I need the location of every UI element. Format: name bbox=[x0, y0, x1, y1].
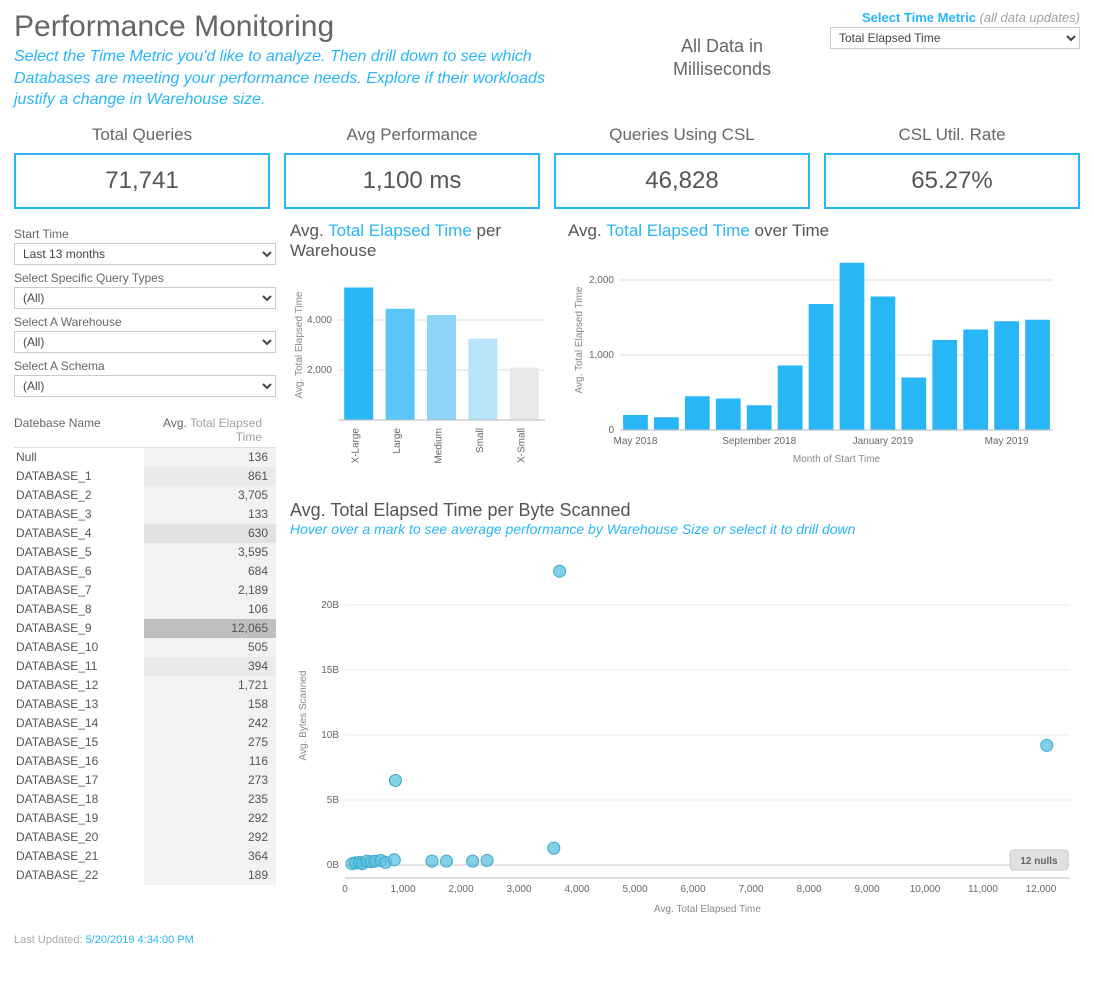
svg-text:5,000: 5,000 bbox=[622, 884, 647, 895]
kpi-title-2: Queries Using CSL bbox=[554, 125, 810, 145]
table-header-metric[interactable]: Avg. Total Elapsed Time bbox=[144, 416, 276, 444]
filter-start-time[interactable]: Last 13 months bbox=[14, 243, 276, 265]
svg-text:5B: 5B bbox=[327, 795, 340, 806]
svg-text:0: 0 bbox=[342, 884, 348, 895]
table-row[interactable]: DATABASE_11394 bbox=[14, 657, 276, 676]
kpi-title-0: Total Queries bbox=[14, 125, 270, 145]
table-row[interactable]: DATABASE_17273 bbox=[14, 771, 276, 790]
svg-text:Avg. Total Elapsed Time: Avg. Total Elapsed Time bbox=[294, 291, 305, 398]
table-row[interactable]: DATABASE_14242 bbox=[14, 714, 276, 733]
svg-text:January 2019: January 2019 bbox=[853, 436, 914, 447]
table-row[interactable]: DATABASE_20292 bbox=[14, 828, 276, 847]
table-row[interactable]: DATABASE_22189 bbox=[14, 866, 276, 885]
filter-query-types-label: Select Specific Query Types bbox=[14, 271, 276, 285]
svg-text:1,000: 1,000 bbox=[390, 884, 415, 895]
kpi-title-1: Avg Performance bbox=[284, 125, 540, 145]
svg-text:4,000: 4,000 bbox=[307, 315, 332, 326]
kpi-value-0[interactable]: 71,741 bbox=[14, 153, 270, 209]
svg-text:September 2018: September 2018 bbox=[722, 436, 796, 447]
units-hint: All Data in Milliseconds bbox=[673, 35, 771, 80]
kpi-value-2[interactable]: 46,828 bbox=[554, 153, 810, 209]
svg-text:6,000: 6,000 bbox=[680, 884, 705, 895]
svg-text:Medium: Medium bbox=[434, 428, 445, 464]
svg-text:10,000: 10,000 bbox=[910, 884, 941, 895]
table-row[interactable]: DATABASE_121,721 bbox=[14, 676, 276, 695]
table-row[interactable]: DATABASE_10505 bbox=[14, 638, 276, 657]
kpi-title-3: CSL Util. Rate bbox=[824, 125, 1080, 145]
warehouse-bar-chart[interactable]: 2,000 4,000 X-Large Large Medium Small X-Small… bbox=[290, 265, 550, 475]
table-row[interactable]: DATABASE_16116 bbox=[14, 752, 276, 771]
table-row[interactable]: DATABASE_23,705 bbox=[14, 486, 276, 505]
kpi-value-1[interactable]: 1,100 ms bbox=[284, 153, 540, 209]
svg-text:Month of Start Time: Month of Start Time bbox=[793, 454, 881, 465]
scatter-title: Avg. Total Elapsed Time per Byte Scanned bbox=[290, 500, 1080, 521]
page-title: Performance Monitoring bbox=[14, 10, 574, 44]
table-row[interactable]: DATABASE_3133 bbox=[14, 505, 276, 524]
database-table-body[interactable]: Null136DATABASE_1861DATABASE_23,705DATAB… bbox=[14, 448, 276, 903]
svg-text:Large: Large bbox=[392, 427, 403, 453]
filter-schema-label: Select A Schema bbox=[14, 359, 276, 373]
svg-text:2,000: 2,000 bbox=[307, 365, 332, 376]
table-row[interactable]: Null136 bbox=[14, 448, 276, 467]
svg-text:12 nulls: 12 nulls bbox=[1020, 856, 1058, 867]
table-row[interactable]: DATABASE_8106 bbox=[14, 600, 276, 619]
time-bar-chart[interactable]: 0 1,000 2,000 May 2018 September 2018 January… bbox=[568, 245, 1058, 475]
table-row[interactable]: DATABASE_21364 bbox=[14, 847, 276, 866]
table-header-name[interactable]: Datebase Name bbox=[14, 416, 144, 444]
svg-text:3,000: 3,000 bbox=[506, 884, 531, 895]
svg-text:9,000: 9,000 bbox=[854, 884, 879, 895]
svg-text:10B: 10B bbox=[321, 730, 339, 741]
table-row[interactable]: DATABASE_6684 bbox=[14, 562, 276, 581]
table-row[interactable]: DATABASE_19292 bbox=[14, 809, 276, 828]
table-row[interactable]: DATABASE_15275 bbox=[14, 733, 276, 752]
svg-text:X-Small: X-Small bbox=[516, 428, 527, 463]
svg-text:Small: Small bbox=[475, 428, 486, 453]
time-chart-title: Avg. Total Elapsed Time over Time bbox=[568, 221, 1080, 241]
filter-query-types[interactable]: (All) bbox=[14, 287, 276, 309]
svg-text:May 2018: May 2018 bbox=[614, 436, 658, 447]
svg-text:8,000: 8,000 bbox=[796, 884, 821, 895]
table-row[interactable]: DATABASE_53,595 bbox=[14, 543, 276, 562]
filter-warehouse-label: Select A Warehouse bbox=[14, 315, 276, 329]
svg-text:0: 0 bbox=[608, 425, 614, 436]
svg-text:4,000: 4,000 bbox=[564, 884, 589, 895]
filter-start-time-label: Start Time bbox=[14, 227, 276, 241]
svg-text:Avg. Bytes Scanned: Avg. Bytes Scanned bbox=[298, 670, 309, 760]
page-subtitle: Select the Time Metric you'd like to ana… bbox=[14, 46, 574, 111]
svg-text:Avg. Total Elapsed Time: Avg. Total Elapsed Time bbox=[574, 286, 585, 393]
filter-warehouse[interactable]: (All) bbox=[14, 331, 276, 353]
svg-text:2,000: 2,000 bbox=[589, 275, 614, 286]
svg-text:Avg. Total Elapsed Time: Avg. Total Elapsed Time bbox=[654, 904, 761, 915]
last-updated: Last Updated: 5/20/2019 4:34:00 PM bbox=[14, 934, 1080, 946]
svg-text:11,000: 11,000 bbox=[968, 884, 998, 895]
svg-text:12,000: 12,000 bbox=[1026, 884, 1057, 895]
svg-text:7,000: 7,000 bbox=[738, 884, 763, 895]
scatter-chart[interactable]: 0B 5B 10B 15B 20B 0 1,000 2,000 3,000 4,000 5,000 6… bbox=[290, 543, 1080, 923]
table-row[interactable]: DATABASE_18235 bbox=[14, 790, 276, 809]
table-row[interactable]: DATABASE_13158 bbox=[14, 695, 276, 714]
kpi-value-3[interactable]: 65.27% bbox=[824, 153, 1080, 209]
table-row[interactable]: DATABASE_912,065 bbox=[14, 619, 276, 638]
time-metric-select[interactable]: Total Elapsed Time bbox=[830, 27, 1080, 49]
filter-schema[interactable]: (All) bbox=[14, 375, 276, 397]
svg-text:May 2019: May 2019 bbox=[985, 436, 1029, 447]
warehouse-chart-title: Avg. Total Elapsed Time per Warehouse bbox=[290, 221, 550, 261]
svg-text:0B: 0B bbox=[327, 860, 340, 871]
svg-text:20B: 20B bbox=[321, 600, 339, 611]
svg-text:15B: 15B bbox=[321, 665, 339, 676]
scatter-subtitle: Hover over a mark to see average perform… bbox=[290, 521, 1080, 537]
table-row[interactable]: DATABASE_72,189 bbox=[14, 581, 276, 600]
svg-text:2,000: 2,000 bbox=[448, 884, 473, 895]
table-row[interactable]: DATABASE_4630 bbox=[14, 524, 276, 543]
table-row[interactable]: DATABASE_1861 bbox=[14, 467, 276, 486]
svg-text:X-Large: X-Large bbox=[351, 427, 362, 463]
svg-text:1,000: 1,000 bbox=[589, 350, 614, 361]
time-metric-label: Select Time Metric (all data updates) bbox=[830, 10, 1080, 25]
